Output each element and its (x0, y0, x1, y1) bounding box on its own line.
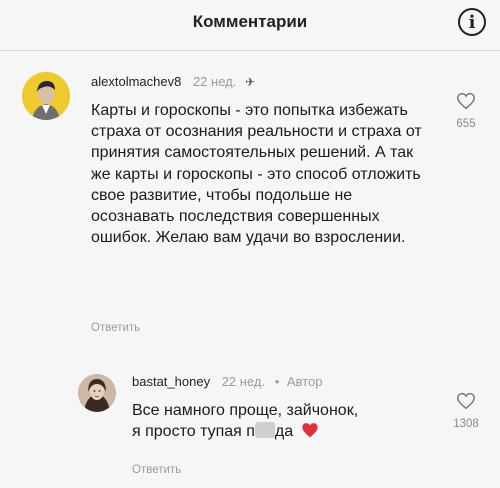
avatar[interactable] (78, 374, 116, 412)
timestamp: 22 нед. (221, 374, 266, 389)
comment-text-line: я просто тупая п да (132, 421, 432, 442)
like-count: 655 (456, 118, 476, 130)
username[interactable]: alextolmachev8 (91, 74, 181, 89)
like-control: 1308 (446, 392, 486, 430)
reply-button[interactable]: Ответить (132, 464, 181, 476)
comment-item: alextolmachev8 22 нед. ✈ Карты и гороско… (0, 60, 500, 350)
comments-header: Комментарии i (0, 0, 500, 51)
avatar[interactable] (22, 72, 70, 120)
red-heart-emoji-icon (301, 423, 318, 438)
heart-outline-icon[interactable] (456, 392, 476, 410)
pin-icon: ✈ (244, 75, 256, 89)
avatar-portrait-icon (78, 374, 116, 412)
comment-text-line: Все намного проще, зайчонок, (132, 402, 359, 419)
separator: • (274, 374, 280, 389)
avatar-portrait-icon (22, 72, 70, 120)
comment-text-part: я просто тупая п (132, 423, 255, 441)
comment-text: Все намного проще, зайчонок, я просто ту… (132, 400, 432, 442)
like-count: 1308 (453, 418, 479, 430)
comment-reply-item: bastat_honey 22 нед. • Автор Все намного… (0, 362, 500, 482)
username[interactable]: bastat_honey (132, 374, 210, 389)
reply-button[interactable]: Ответить (91, 322, 140, 334)
author-badge: Автор (286, 374, 323, 389)
comment-text-part: да (274, 423, 294, 441)
censor-blur (254, 422, 275, 439)
comment-text: Карты и гороскопы - это попытка избежать… (91, 102, 422, 247)
heart-outline-icon[interactable] (456, 92, 476, 110)
page-title: Комментарии (192, 12, 308, 31)
comment-meta: bastat_honey 22 нед. • Автор (132, 374, 322, 389)
like-control: 655 (446, 92, 486, 130)
timestamp: 22 нед. (192, 74, 237, 89)
info-icon[interactable]: i (458, 8, 486, 36)
comment-meta: alextolmachev8 22 нед. ✈ (91, 74, 255, 89)
